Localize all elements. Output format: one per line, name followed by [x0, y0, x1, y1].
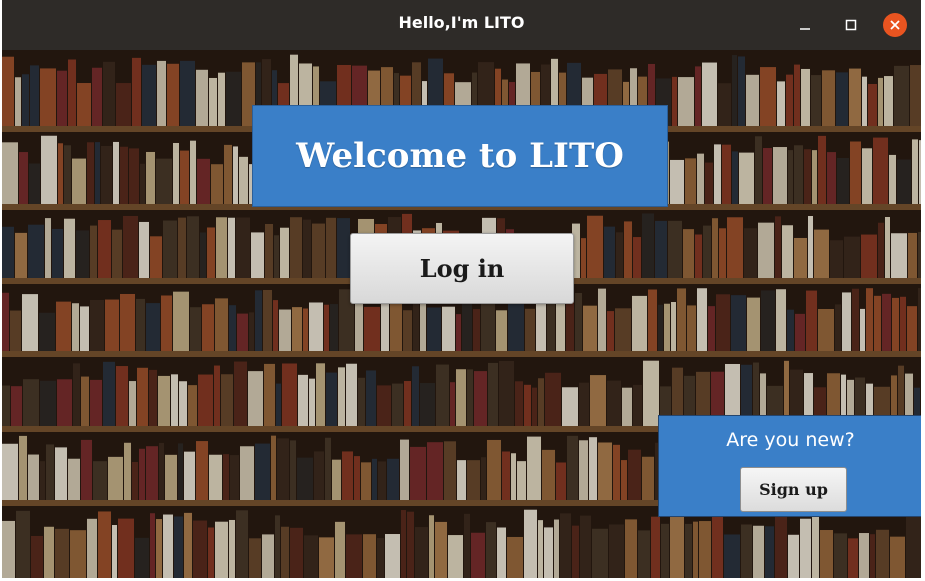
window-title: Hello,I'm LITO — [398, 13, 525, 32]
signup-button[interactable]: Sign up — [740, 467, 847, 512]
minimize-icon — [800, 28, 810, 30]
maximize-button[interactable] — [838, 12, 864, 38]
maximize-icon — [845, 19, 857, 31]
minimize-button[interactable] — [792, 12, 818, 38]
signup-button-label: Sign up — [759, 480, 828, 499]
title-bar[interactable]: Hello,I'm LITO — [2, 0, 921, 50]
app-window: Hello,I'm LITO Welcome to LITO Log in Ar… — [2, 0, 921, 578]
welcome-banner: Welcome to LITO — [252, 105, 668, 207]
login-button-label: Log in — [419, 254, 505, 283]
close-icon — [883, 13, 907, 37]
new-user-question: Are you new? — [726, 429, 855, 451]
welcome-title: Welcome to LITO — [296, 136, 624, 176]
login-button[interactable]: Log in — [350, 233, 574, 304]
close-button[interactable] — [882, 12, 908, 38]
signup-panel: Are you new? Sign up — [658, 415, 921, 517]
